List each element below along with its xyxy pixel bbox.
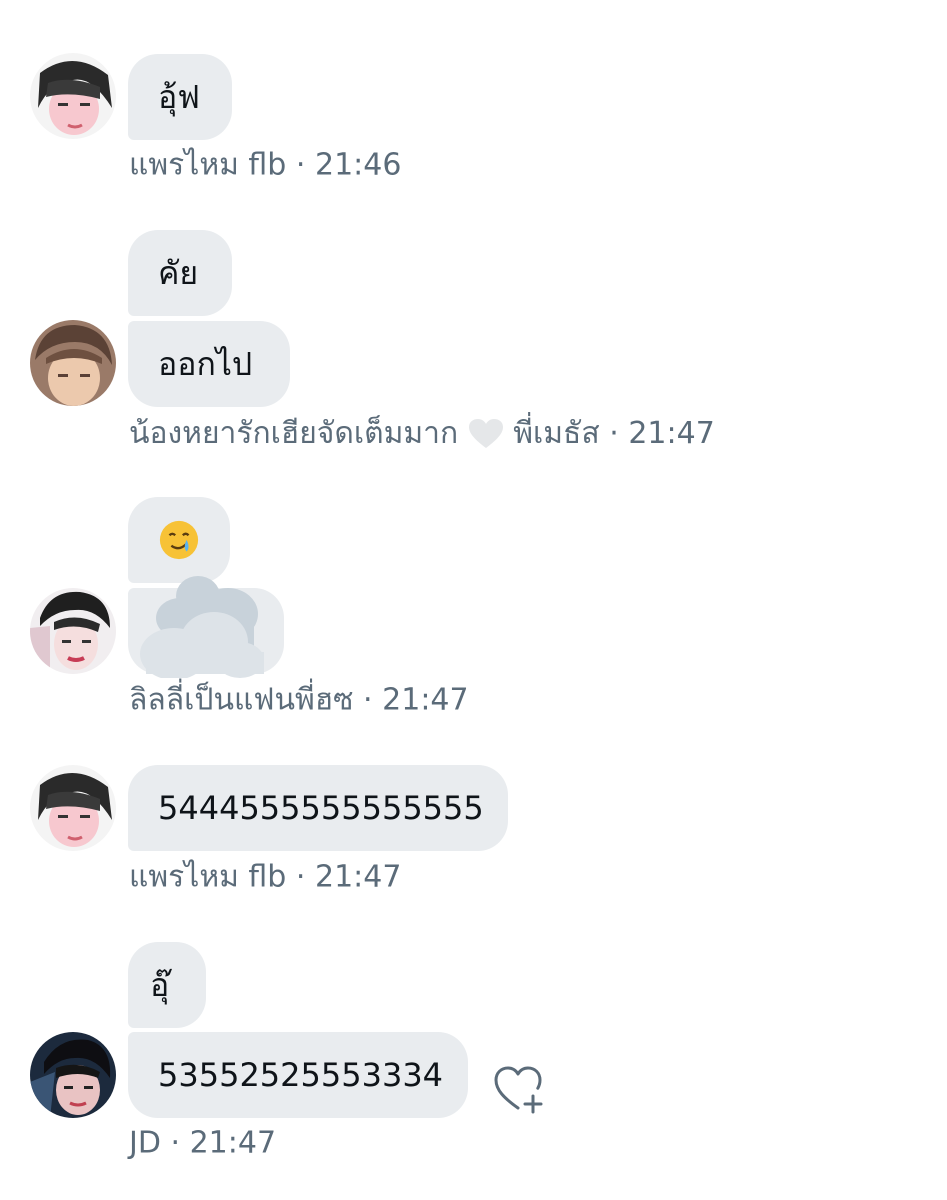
message-meta: JD · 21:47 (129, 1125, 277, 1161)
author-name[interactable]: น้องหยารักเฮียจัดเต็มมาก (129, 416, 458, 451)
message-meta: แพรไหม flb · 21:47 (129, 859, 402, 895)
avatar-image (30, 765, 116, 851)
message-text: 53552525553334 (158, 1056, 444, 1094)
avatar-image (30, 1032, 116, 1118)
message-bubble[interactable]: อุ๊ (128, 942, 206, 1028)
timestamp: 21:47 (382, 682, 469, 718)
message-text: 5444555555555555 (158, 789, 484, 827)
avatar-image (30, 53, 116, 139)
timestamp: 21:47 (314, 859, 402, 895)
add-reaction-heart-icon[interactable] (492, 1064, 548, 1116)
smiling-face-with-tear-emoji (159, 520, 199, 560)
message-bubble[interactable]: ออกไป (128, 321, 290, 407)
message-bubble[interactable]: คัย (128, 230, 232, 316)
avatar-user-1[interactable] (30, 765, 116, 851)
author-name-suffix[interactable]: พี่เมธัส (513, 416, 599, 451)
avatar-user-2[interactable] (30, 320, 116, 406)
message-bubble[interactable]: 5444555555555555 (128, 765, 508, 851)
avatar-image (30, 588, 116, 674)
avatar-image (30, 320, 116, 406)
avatar-user-1[interactable] (30, 53, 116, 139)
message-bubble[interactable]: อุ้ฟ (128, 54, 232, 140)
message-bubble[interactable]: 53552525553334 (128, 1032, 468, 1118)
message-text: ออกไป (158, 345, 253, 383)
message-meta: แพรไหม flb · 21:46 (129, 147, 402, 183)
timestamp: 21:46 (314, 147, 402, 183)
message-text: คัย (158, 254, 199, 292)
timestamp: 21:47 (628, 416, 715, 451)
message-meta: น้องหยารักเฮียจัดเต็มมาก พี่เมธัส · 21:4… (129, 416, 715, 451)
author-name[interactable]: แพรไหม flb (129, 148, 286, 183)
cloud-emoji (140, 576, 264, 678)
timestamp: 21:47 (189, 1125, 277, 1161)
message-text: อุ้ฟ (158, 78, 200, 116)
author-name[interactable]: แพรไหม flb (129, 860, 286, 895)
white-heart-icon (468, 419, 503, 448)
author-name[interactable]: ลิลลี่เป็นแฟนพี่ฮซ (129, 683, 354, 718)
message-text: อุ๊ (150, 966, 170, 1004)
message-meta: ลิลลี่เป็นแฟนพี่ฮซ · 21:47 (129, 682, 469, 718)
author-name[interactable]: JD (129, 1126, 161, 1161)
message-bubble[interactable] (128, 576, 284, 678)
avatar-user-4[interactable] (30, 1032, 116, 1118)
avatar-user-3[interactable] (30, 588, 116, 674)
